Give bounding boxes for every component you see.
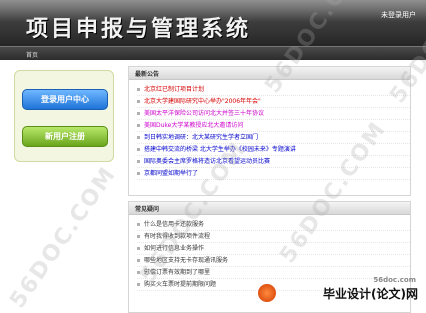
notice-item[interactable]: 到日韩实地调研：北大某研究生学者立国门 <box>137 132 410 144</box>
bullet-icon <box>137 160 140 163</box>
footer-logo: 56doc.com 毕业设计(论文)网 <box>258 276 424 306</box>
notice-item[interactable]: 北京红已制订项目计划 <box>137 84 410 96</box>
notice-item-text[interactable]: 美国Duke大学某教授应北大邀请访问 <box>144 122 243 129</box>
bullet-icon <box>137 235 140 238</box>
bullet-icon <box>137 148 140 151</box>
faq-item-text[interactable]: 有时我得收到款项件流程 <box>144 233 210 240</box>
notice-panel-title: 最新公告 <box>135 71 160 78</box>
notice-panel: 最新公告 北京红已制订项目计划北京大学建国际研究中心举办"2006年年会" 美国太… <box>128 66 411 196</box>
notice-item-text[interactable]: 北京大学建国际研究中心举办"2006年年会" <box>144 98 261 105</box>
header: 项目申报与管理系统 未登录用户 <box>0 0 426 46</box>
faq-item[interactable]: 如何进行信息业务操作 <box>137 243 410 255</box>
footer-brand: 毕业设计(论文)网 <box>323 287 418 301</box>
bullet-icon <box>137 247 140 250</box>
notice-item-text[interactable]: 搭建中韩交流的桥梁 北大学生举办《校园未来》专题演讲 <box>144 146 296 153</box>
notice-item[interactable]: 国际奥委会主席罗格将造访北京看望运动员比赛 <box>137 156 410 168</box>
faq-item-text[interactable]: 如何进行信息业务操作 <box>144 245 204 252</box>
user-sidebar: 登录用户中心 新用户注册 <box>14 70 114 162</box>
login-user-center-button[interactable]: 登录用户中心 <box>22 89 108 110</box>
bullet-icon <box>137 259 140 262</box>
notice-item[interactable]: 美国太平洋保险公司访问北大并签三十年协议 <box>137 108 410 120</box>
site-title: 项目申报与管理系统 <box>26 16 252 42</box>
faq-panel-header: 常见疑问 <box>129 202 410 215</box>
faq-panel-title: 常见疑问 <box>135 206 160 213</box>
footer-logo-icon <box>258 284 276 302</box>
faq-item-text[interactable]: 哪些地区支持无卡存现通讯服务 <box>144 257 228 264</box>
notice-item[interactable]: 美国Duke大学某教授应北大邀请访问 <box>137 120 410 132</box>
faq-item[interactable]: 哪些地区支持无卡存现通讯服务 <box>137 255 410 267</box>
bullet-icon <box>137 112 140 115</box>
user-status: 未登录用户 <box>381 11 416 19</box>
bullet-icon <box>137 124 140 127</box>
bullet-icon <box>137 100 140 103</box>
faq-item[interactable]: 什么是信用卡还款服务 <box>137 219 410 231</box>
notice-item[interactable]: 北京大学建国际研究中心举办"2006年年会" <box>137 96 410 108</box>
notice-item-text[interactable]: 北京红已制订项目计划 <box>144 86 204 93</box>
footer-site: 56doc.com <box>373 276 416 284</box>
notice-item-text[interactable]: 到日韩实地调研：北大某研究生学者立国门 <box>144 134 258 141</box>
faq-item[interactable]: 有时我得收到款项件流程 <box>137 231 410 243</box>
notice-item[interactable]: 搭建中韩交流的桥梁 北大学生举办《校园未来》专题演讲 <box>137 144 410 156</box>
bullet-icon <box>137 172 140 175</box>
notice-item-text[interactable]: 京都同盟如期举行了 <box>144 170 198 177</box>
bullet-icon <box>137 283 140 286</box>
navbar: 首页 <box>0 46 426 60</box>
new-user-register-button[interactable]: 新用户注册 <box>22 126 108 147</box>
watermark: 56DOC.COM <box>5 162 122 313</box>
notice-item-text[interactable]: 美国太平洋保险公司访问北大并签三十年协议 <box>144 110 264 117</box>
notice-list: 北京红已制订项目计划北京大学建国际研究中心举办"2006年年会" 美国太平洋保险公… <box>129 80 410 180</box>
notice-item[interactable]: 京都同盟如期举行了 <box>137 168 410 180</box>
faq-item-text[interactable]: 慰偿订票有效期到了哪里 <box>144 269 210 276</box>
faq-item-text[interactable]: 什么是信用卡还款服务 <box>144 221 204 228</box>
bullet-icon <box>137 136 140 139</box>
bullet-icon <box>137 271 140 274</box>
nav-home-link[interactable]: 首页 <box>26 50 38 59</box>
notice-item-text[interactable]: 国际奥委会主席罗格将造访北京看望运动员比赛 <box>144 158 270 165</box>
bullet-icon <box>137 88 140 91</box>
faq-item-text[interactable]: 购买火车票时提前期限问题 <box>144 281 216 288</box>
bullet-icon <box>137 223 140 226</box>
notice-panel-header: 最新公告 <box>129 67 410 80</box>
